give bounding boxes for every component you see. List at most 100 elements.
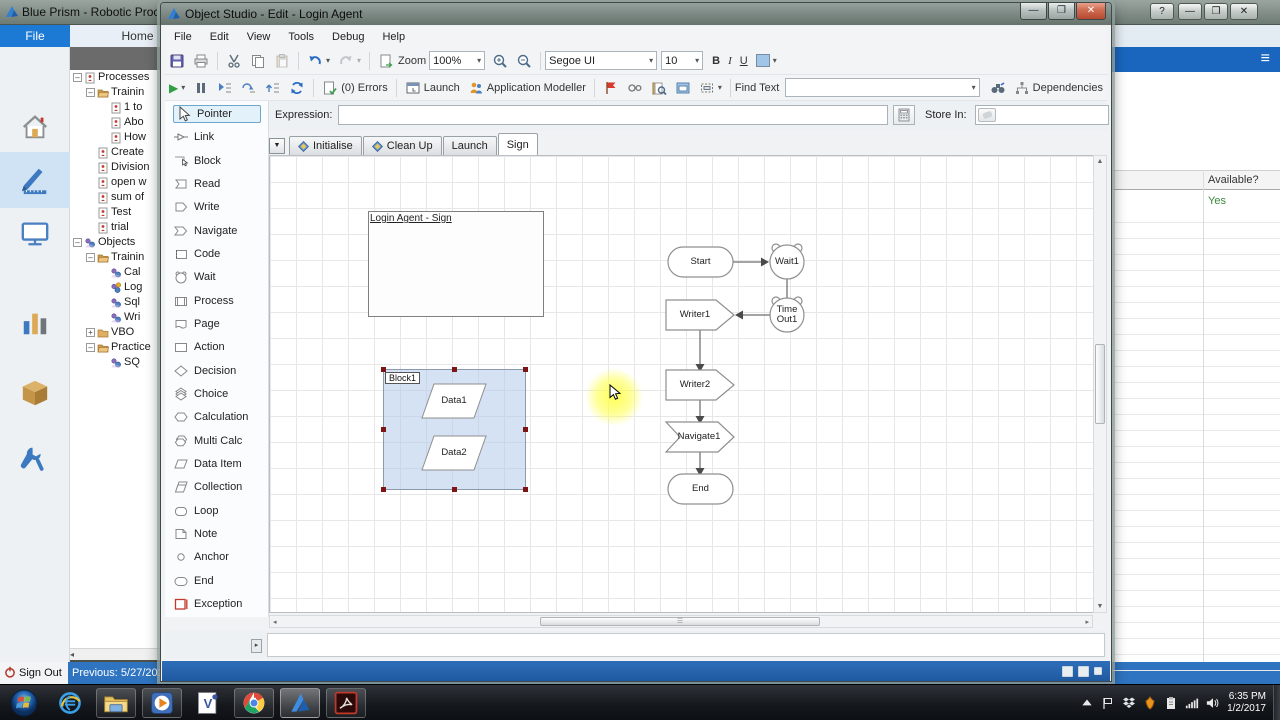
pause-button[interactable]	[190, 78, 212, 98]
help-button[interactable]: ?	[1150, 3, 1174, 20]
font-size-select[interactable]: 10 ▾	[661, 51, 704, 70]
node-writer1-label[interactable]: Writer1	[666, 300, 724, 330]
page-tab-sign[interactable]: Sign	[497, 133, 538, 155]
nav-rail-system[interactable]	[0, 432, 70, 488]
canvas-hscrollbar[interactable]: ◂ ☰ ▸	[269, 615, 1093, 628]
studio-titlebar[interactable]: Object Studio - Edit - Login Agent — ❐ ✕	[161, 3, 1111, 25]
tree-expander-collapse[interactable]: –	[73, 238, 82, 247]
export-button[interactable]	[375, 51, 397, 71]
taskbar-app-start[interactable]	[4, 688, 44, 718]
selection-handle[interactable]	[381, 487, 386, 492]
status-icon-3[interactable]	[1094, 667, 1102, 675]
paste-button[interactable]	[271, 51, 293, 71]
nav-rail-analytics[interactable]	[0, 295, 70, 351]
zoom-in-button[interactable]	[489, 51, 511, 71]
step-over-button[interactable]	[238, 78, 260, 98]
palette-item-loop[interactable]: Loop	[173, 502, 268, 520]
hamburger-icon[interactable]: ≡	[1261, 51, 1270, 67]
copy-button[interactable]	[247, 51, 269, 71]
palette-item-wait[interactable]: Wait	[173, 268, 268, 286]
palette-item-collection[interactable]: Collection	[173, 478, 268, 496]
tree-item-trainin[interactable]: – Trainin	[70, 85, 160, 100]
menu-debug[interactable]: Debug	[323, 27, 373, 47]
selection-handle[interactable]	[452, 367, 457, 372]
watch-button[interactable]	[624, 78, 646, 98]
palette-item-calculation[interactable]: Calculation	[173, 408, 268, 426]
tree-item-vbo[interactable]: + VBO	[70, 325, 160, 340]
tree-item-trial[interactable]: trial	[70, 220, 160, 235]
tree-item-abo[interactable]: Abo	[70, 115, 160, 130]
vscroll-thumb[interactable]	[1095, 344, 1105, 424]
menu-view[interactable]: View	[238, 27, 280, 47]
show-desktop-button[interactable]	[1273, 685, 1280, 720]
close-icon[interactable]: ✕	[1076, 3, 1106, 20]
taskbar-app-blueprism[interactable]	[280, 688, 320, 718]
tray-antivirus[interactable]	[1143, 696, 1157, 710]
tree-item-test[interactable]: Test	[70, 205, 160, 220]
taskbar-app-ie[interactable]	[50, 688, 90, 718]
close-icon[interactable]: ✕	[1230, 3, 1258, 20]
search-button[interactable]	[648, 78, 670, 98]
tray-dropbox[interactable]	[1122, 696, 1136, 710]
step-out-button[interactable]	[262, 78, 284, 98]
node-timeout1-label[interactable]: Time Out1	[770, 302, 804, 328]
status-icon-2[interactable]	[1078, 665, 1089, 677]
selection-handle[interactable]	[523, 427, 528, 432]
palette-item-anchor[interactable]: Anchor	[173, 548, 268, 566]
palette-item-block[interactable]: Block	[173, 152, 268, 170]
tray-volume[interactable]	[1206, 696, 1220, 710]
reset-button[interactable]	[286, 78, 308, 98]
tree-item-wri[interactable]: Wri	[70, 310, 160, 325]
tree-item-sum-of[interactable]: sum of	[70, 190, 160, 205]
selection-handle[interactable]	[381, 427, 386, 432]
tree-item-sq[interactable]: SQ	[70, 355, 160, 370]
nav-rail-releases[interactable]	[0, 365, 70, 421]
tree-expander-collapse[interactable]: –	[73, 73, 82, 82]
selection-handle[interactable]	[381, 367, 386, 372]
palette-item-action[interactable]: Action	[173, 338, 268, 356]
zoom-out-button[interactable]	[513, 51, 535, 71]
tree-item-practice[interactable]: – Practice	[70, 340, 160, 355]
taskbar-app-acrobat[interactable]	[326, 688, 366, 718]
undo-button[interactable]: ▾	[304, 51, 333, 71]
tab-list-dropdown[interactable]: ▼	[269, 138, 285, 154]
tree-expander-collapse[interactable]: –	[86, 88, 95, 97]
region-button[interactable]: ▾	[696, 78, 725, 98]
tree-hscrollbar[interactable]: ◂	[70, 648, 160, 660]
menu-edit[interactable]: Edit	[201, 27, 238, 47]
node-end-label[interactable]: End	[668, 474, 733, 504]
tree-item-cal[interactable]: Cal	[70, 265, 160, 280]
block-label[interactable]: Block1	[385, 372, 421, 384]
tree-item-how[interactable]: How	[70, 130, 160, 145]
breakpoint-button[interactable]	[600, 78, 622, 98]
palette-item-choice[interactable]: Choice	[173, 385, 268, 403]
nav-rail-control[interactable]	[0, 205, 70, 261]
print-button[interactable]	[190, 51, 212, 71]
palette-item-end[interactable]: End	[173, 572, 268, 590]
tab-file[interactable]: File	[0, 25, 70, 47]
data1-label[interactable]: Data1	[422, 384, 486, 418]
minimize-icon[interactable]: —	[1178, 3, 1202, 20]
tree-item-create[interactable]: Create	[70, 145, 160, 160]
page-tab-launch[interactable]: Launch	[442, 136, 497, 155]
redo-button[interactable]: ▾	[335, 51, 364, 71]
nav-rail-home[interactable]	[0, 99, 70, 155]
palette-item-read[interactable]: Read	[173, 175, 268, 193]
tray-clipboard[interactable]	[1164, 696, 1178, 710]
data2-label[interactable]: Data2	[422, 436, 486, 470]
underline-button[interactable]: U	[737, 53, 751, 69]
menu-help[interactable]: Help	[373, 27, 414, 47]
tree-expander-collapse[interactable]: –	[86, 343, 95, 352]
palette-item-decision[interactable]: Decision	[173, 362, 268, 380]
bold-button[interactable]: B	[709, 53, 723, 69]
find-next-button[interactable]	[987, 78, 1009, 98]
selection-handle[interactable]	[523, 487, 528, 492]
font-select[interactable]: Segoe UI ▾	[545, 51, 658, 70]
taskbar-app-chrome[interactable]	[234, 688, 274, 718]
page-tab-initialise[interactable]: Initialise	[289, 136, 362, 155]
node-start-label[interactable]: Start	[668, 247, 733, 277]
errors-button[interactable]: (0) Errors	[319, 78, 390, 98]
flow-canvas[interactable]: Login Agent - Sign Block1 Start Wait1 Wr…	[269, 155, 1095, 613]
dependencies-button[interactable]: Dependencies	[1011, 78, 1106, 98]
maximize-icon[interactable]: ❐	[1048, 3, 1075, 20]
